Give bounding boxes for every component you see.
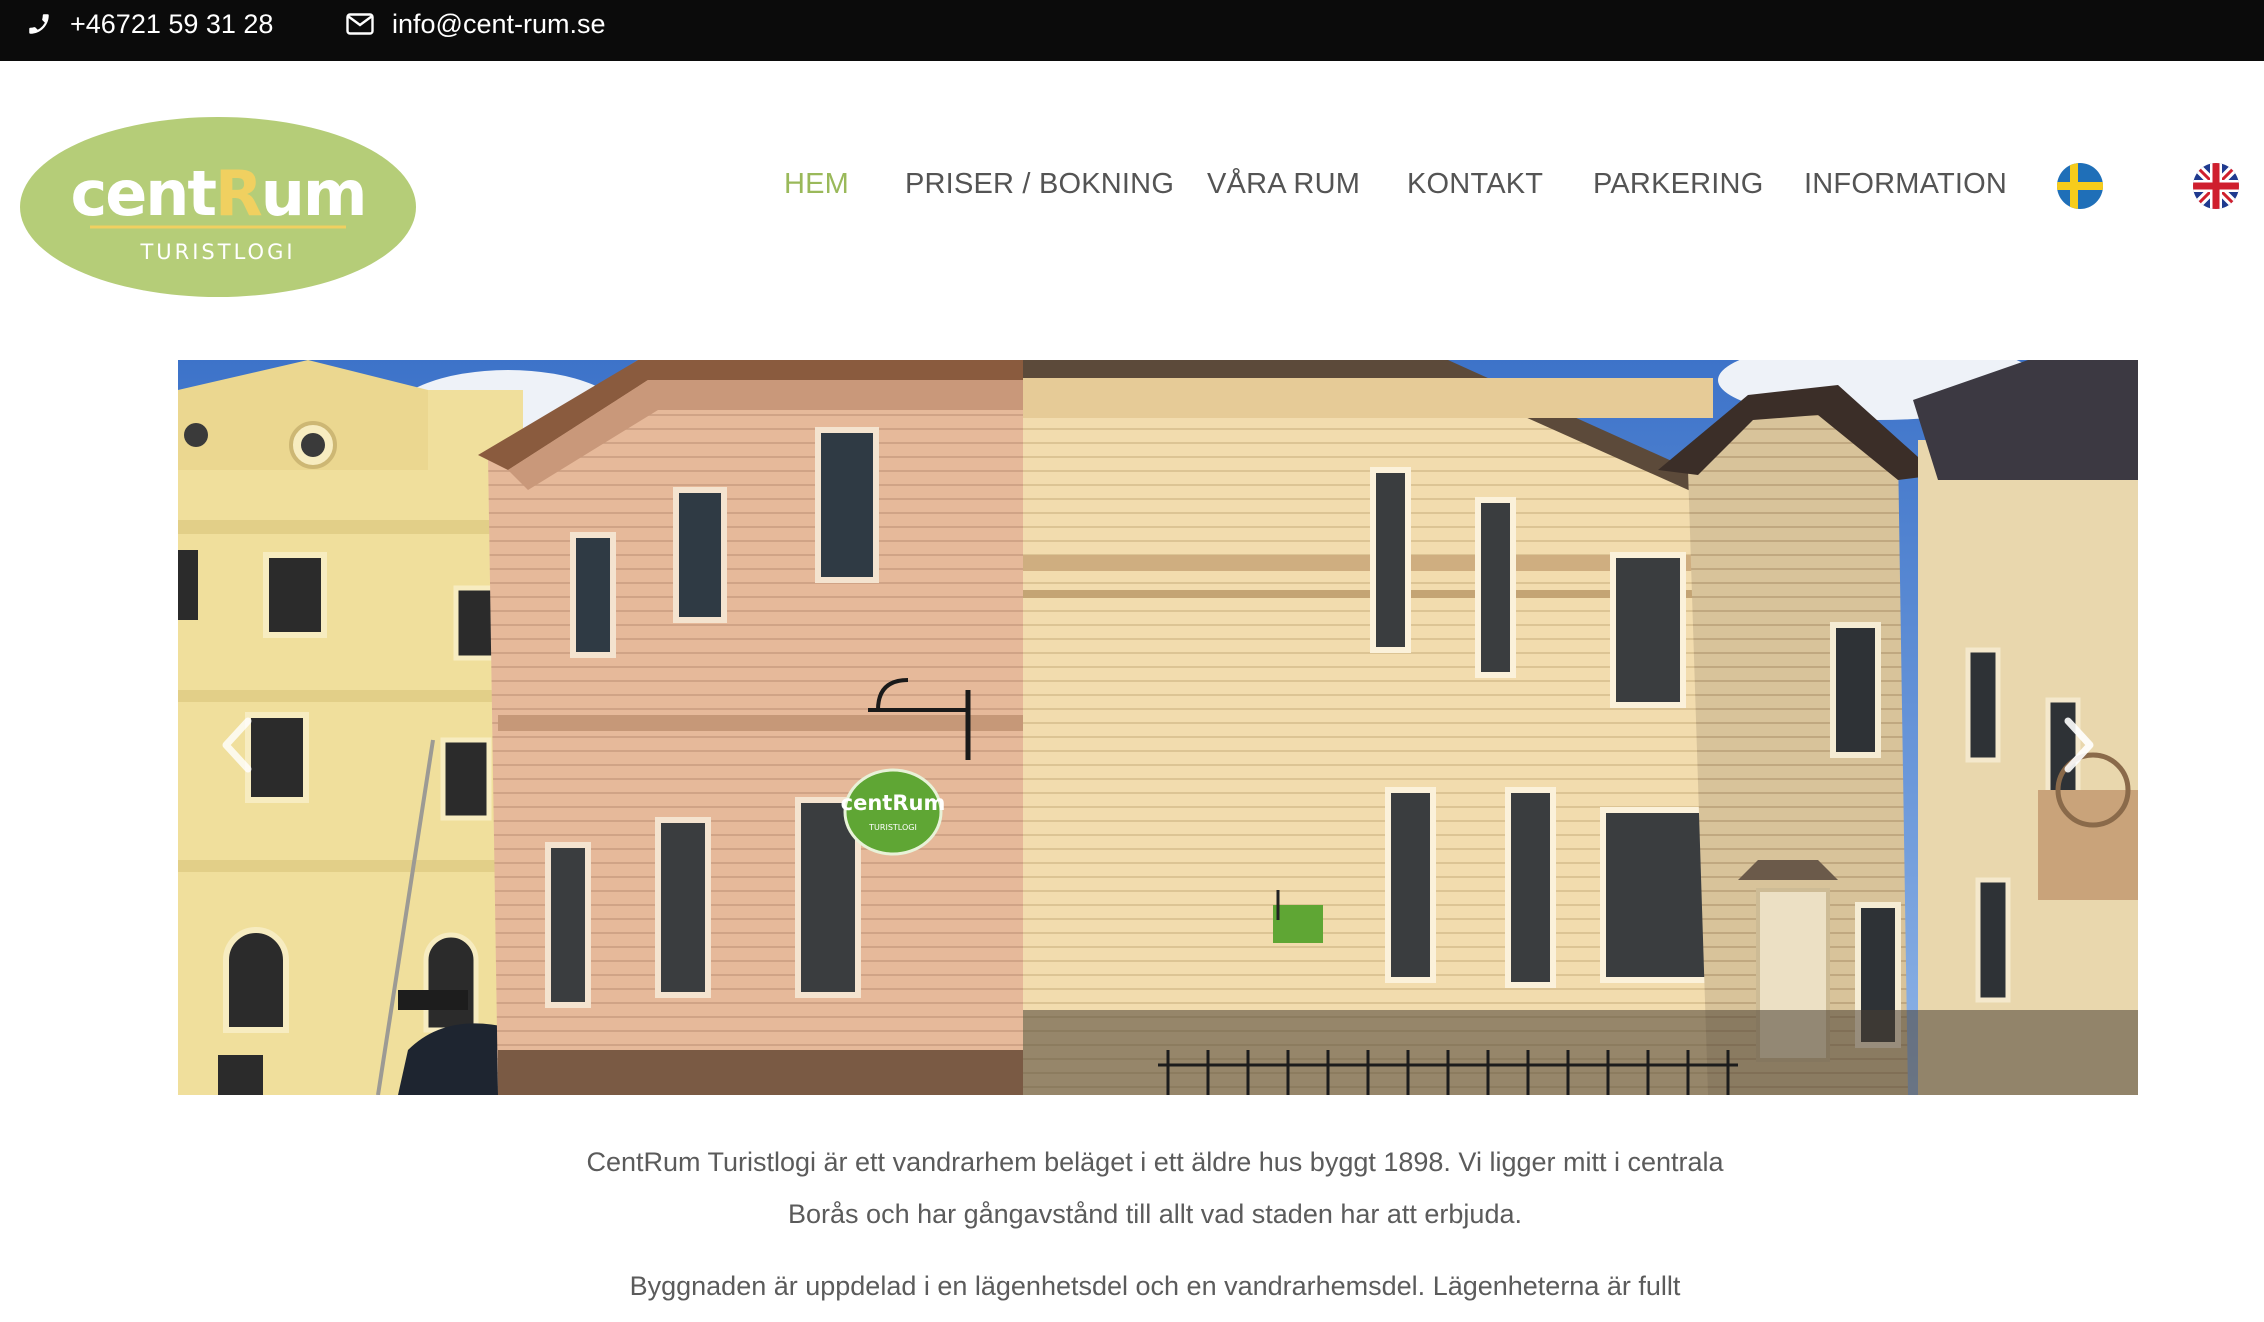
email-link[interactable]: info@cent-rum.se (346, 0, 605, 48)
phone-icon (29, 14, 49, 34)
swedish-flag-icon[interactable] (2057, 163, 2103, 209)
nav-item-vara-rum[interactable]: VÅRA RUM (1207, 160, 1360, 208)
hero-image-building: centRum TURISTLOGI (178, 360, 2138, 1095)
logo-subtitle: TURISTLOGI (139, 240, 295, 264)
nav-item-hem[interactable]: HEM (784, 160, 849, 208)
hanging-sign-subtitle: TURISTLOGI (868, 823, 917, 832)
intro-paragraph-1: CentRum Turistlogi är ett vandrarhem bel… (586, 1147, 1724, 1229)
phone-link[interactable]: +46721 59 31 28 (26, 0, 273, 48)
hanging-sign-text: centRum (841, 791, 946, 815)
intro-paragraph-2: Byggnaden är uppdelad i en lägenhetsdel … (629, 1271, 1681, 1301)
phone-number: +46721 59 31 28 (70, 8, 274, 39)
envelope-icon (346, 13, 374, 35)
chevron-right-icon (2064, 717, 2094, 773)
top-contact-bar: +46721 59 31 28 info@cent-rum.se (0, 0, 2264, 61)
nav-item-information[interactable]: INFORMATION (1804, 160, 2007, 208)
nav-item-kontakt[interactable]: KONTAKT (1407, 160, 1543, 208)
nav-item-parkering[interactable]: PARKERING (1593, 160, 1763, 208)
uk-flag-icon[interactable] (2193, 163, 2239, 209)
nav-item-priser-bokning[interactable]: PRISER / BOKNING (905, 160, 1174, 208)
hero-slider[interactable]: centRum TURISTLOGI (178, 360, 2138, 1095)
chevron-left-icon (222, 717, 252, 773)
slider-prev-button[interactable] (206, 705, 266, 785)
site-logo[interactable]: centRum TURISTLOGI (18, 115, 418, 299)
logo-wordmark: centRum (70, 157, 365, 230)
email-address: info@cent-rum.se (392, 8, 606, 39)
slider-next-button[interactable] (2050, 705, 2110, 785)
